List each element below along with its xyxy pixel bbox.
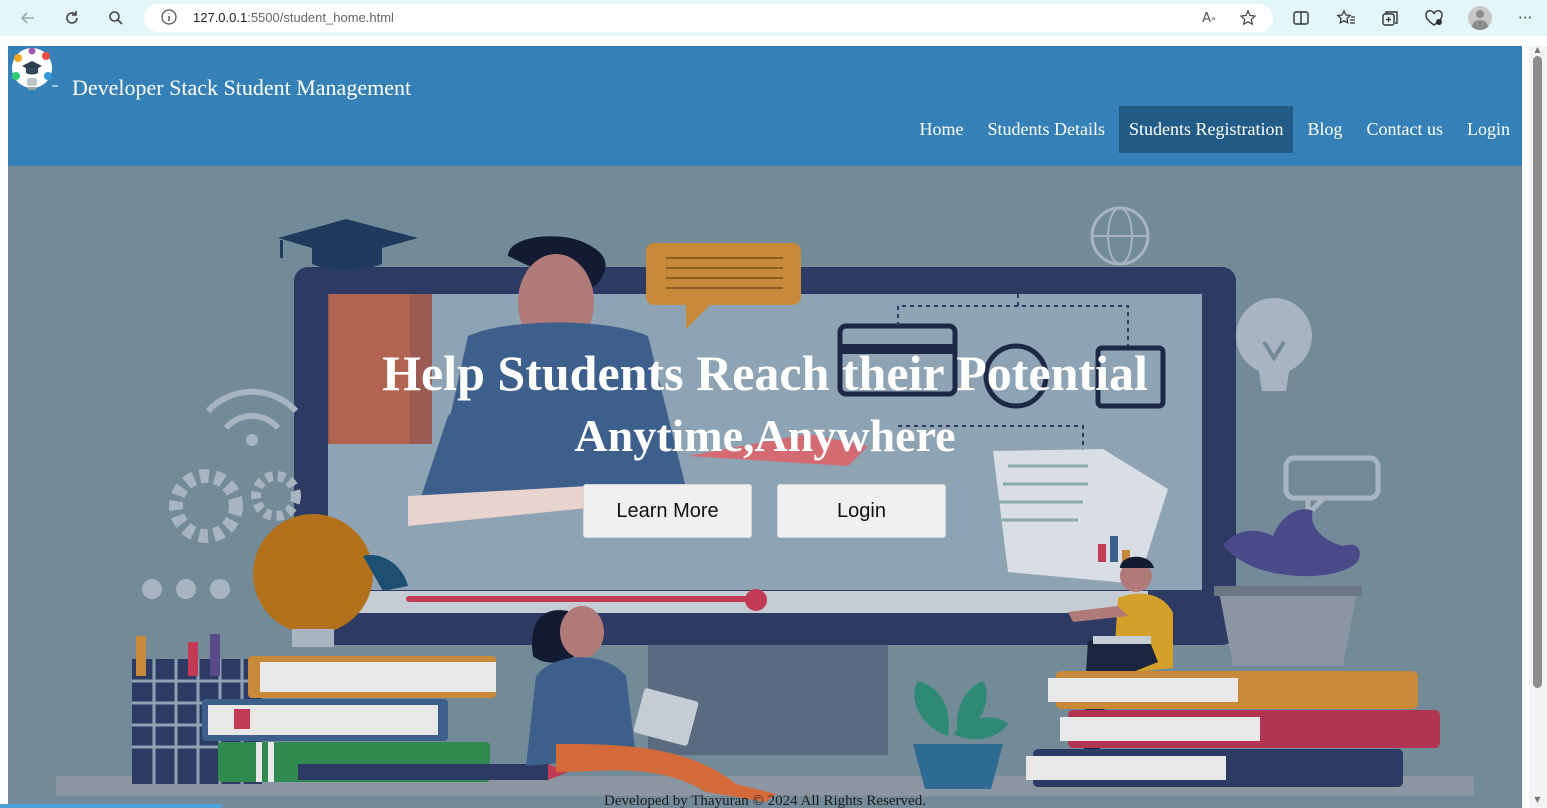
nav-home[interactable]: Home: [907, 106, 975, 153]
refresh-icon[interactable]: [60, 6, 84, 30]
nav-students-details[interactable]: Students Details: [975, 106, 1117, 153]
search-icon[interactable]: [104, 6, 128, 30]
learn-more-button[interactable]: Learn More: [583, 484, 752, 538]
logo-icon: [8, 46, 60, 98]
nav-students-registration[interactable]: Students Registration: [1118, 106, 1294, 153]
footer-text: Developed by Thayuran © 2024 All Rights …: [604, 794, 926, 808]
page-scrollbar[interactable]: ▲ ▼: [1529, 46, 1547, 808]
brand-title: Developer Stack Student Management: [72, 75, 412, 100]
nav-contact-us[interactable]: Contact us: [1355, 106, 1456, 153]
hero-subtitle: Anytime,Anywhere: [574, 410, 956, 461]
hero-title: Help Students Reach their Potential: [382, 345, 1148, 401]
url-text: 127.0.0.1:5500/student_home.html: [193, 10, 394, 25]
main-nav: Home Students Details Students Registrat…: [907, 106, 1522, 153]
browser-toolbar: 127.0.0.1:5500/student_home.html A» ···: [0, 0, 1547, 36]
site-info-icon[interactable]: [160, 8, 178, 26]
hero-illustration: [56, 206, 1474, 802]
split-screen-icon[interactable]: [1289, 6, 1313, 30]
download-progress-strip: [0, 804, 222, 808]
favorite-star-icon[interactable]: [1238, 8, 1258, 28]
address-bar[interactable]: 127.0.0.1:5500/student_home.html A»: [144, 4, 1273, 32]
site-header: Developer Stack Student Management Home …: [8, 46, 1522, 166]
collections-icon[interactable]: [1378, 6, 1402, 30]
profile-avatar[interactable]: [1468, 6, 1492, 30]
url-path: :5500/student_home.html: [247, 10, 394, 25]
scroll-down-icon[interactable]: ▼: [1533, 796, 1542, 804]
page-viewport: Developer Stack Student Management Home …: [8, 46, 1522, 808]
more-icon[interactable]: ···: [1513, 6, 1537, 30]
performance-icon[interactable]: [1422, 6, 1446, 30]
scroll-thumb[interactable]: [1533, 56, 1542, 688]
back-icon[interactable]: [16, 6, 40, 30]
scroll-up-icon[interactable]: ▲: [1533, 46, 1542, 54]
nav-login[interactable]: Login: [1455, 106, 1522, 153]
hero-login-button[interactable]: Login: [777, 484, 946, 538]
favorites-icon[interactable]: [1334, 6, 1358, 30]
read-aloud-icon[interactable]: A»: [1199, 8, 1219, 28]
hero-section: Help Students Reach their Potential Anyt…: [8, 166, 1522, 808]
url-host: 127.0.0.1: [193, 10, 248, 25]
nav-blog[interactable]: Blog: [1295, 106, 1354, 153]
